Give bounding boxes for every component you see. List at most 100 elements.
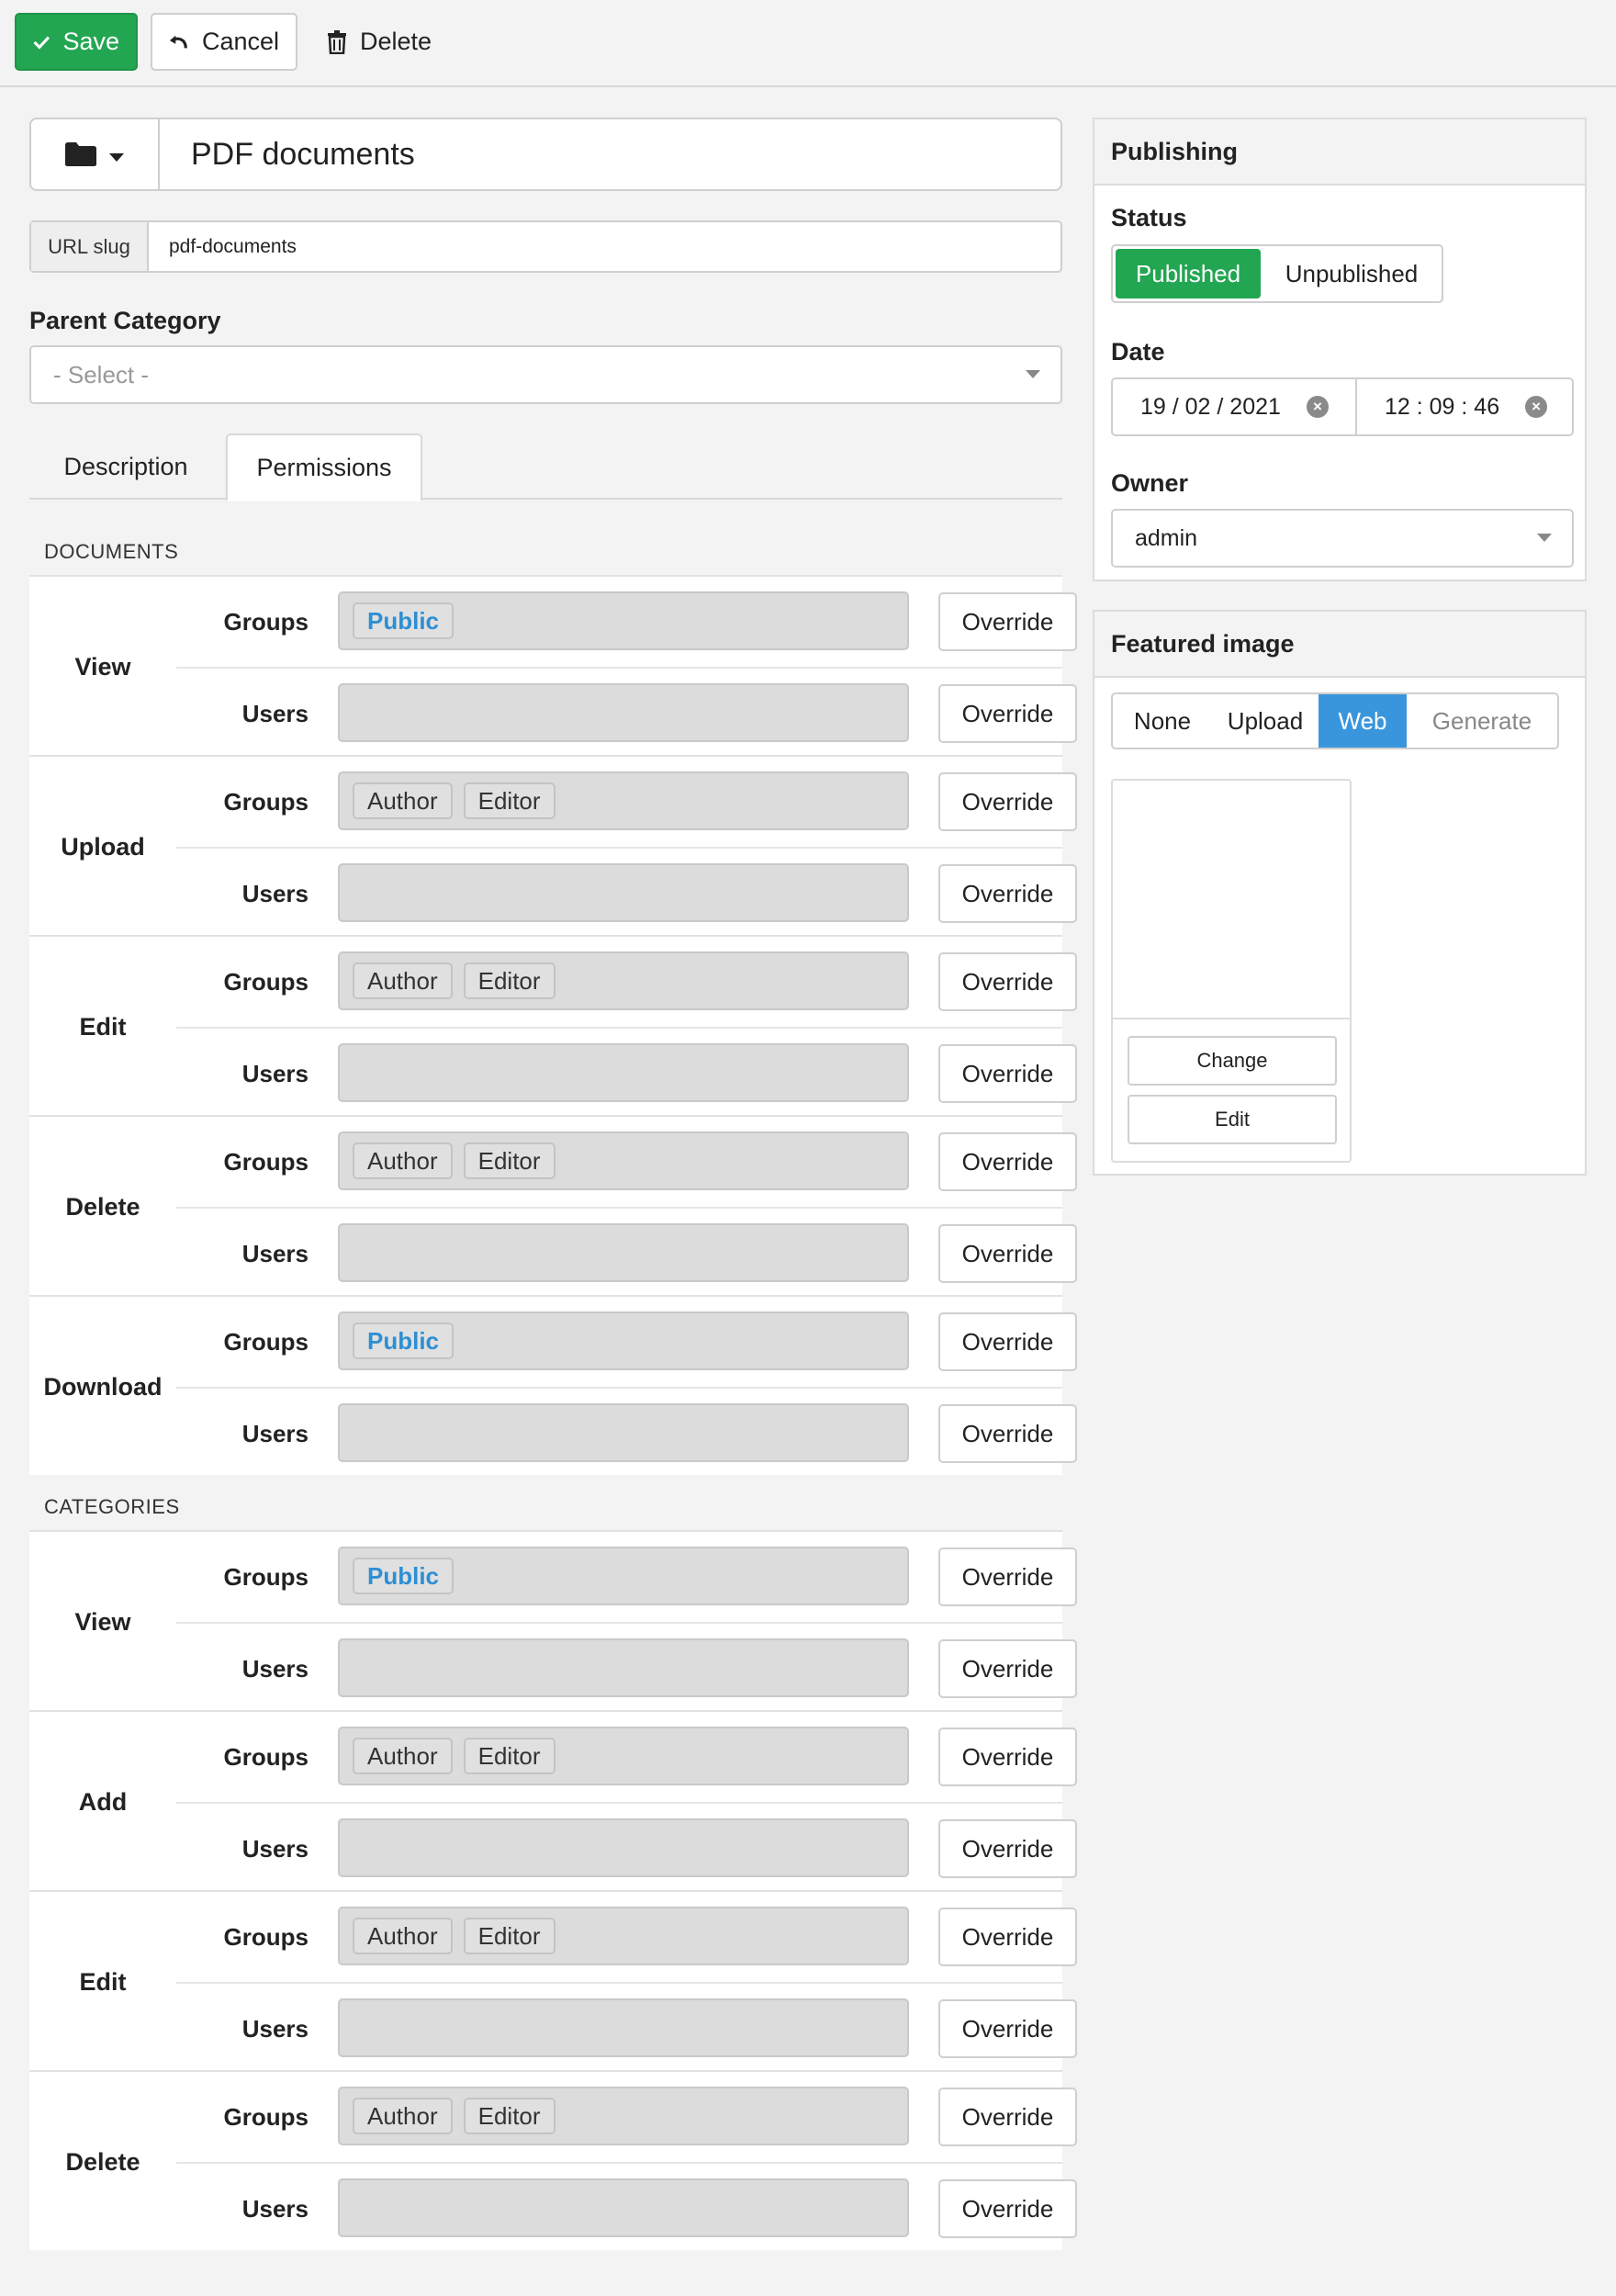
slug-input-group: URL slug pdf-documents bbox=[29, 220, 1062, 273]
group-tag[interactable]: Public bbox=[353, 602, 454, 639]
group-tag[interactable]: Author bbox=[353, 782, 453, 819]
group-tag[interactable]: Editor bbox=[463, 1918, 556, 1954]
tab-description[interactable]: Description bbox=[29, 433, 222, 500]
slug-input[interactable]: pdf-documents bbox=[149, 222, 1060, 271]
save-button[interactable]: Save bbox=[15, 13, 138, 71]
users-label: Users bbox=[241, 699, 309, 727]
status-published-option[interactable]: Published bbox=[1116, 249, 1261, 298]
group-tag[interactable]: Author bbox=[353, 1738, 453, 1774]
cancel-button[interactable]: Cancel bbox=[151, 13, 297, 71]
override-groups-button[interactable]: Override bbox=[938, 2088, 1077, 2146]
source-upload-option[interactable]: Upload bbox=[1212, 694, 1319, 748]
image-preview-divider bbox=[1113, 1018, 1350, 1019]
action-name: Edit bbox=[79, 1012, 127, 1041]
override-users-button[interactable]: Override bbox=[938, 1404, 1077, 1463]
status-unpublished-option[interactable]: Unpublished bbox=[1263, 246, 1440, 301]
groups-field[interactable]: Author Editor bbox=[338, 1727, 909, 1785]
groups-field[interactable]: Public bbox=[338, 1547, 909, 1605]
users-field[interactable] bbox=[338, 1403, 909, 1462]
override-groups-button[interactable]: Override bbox=[938, 1312, 1077, 1371]
source-web-option[interactable]: Web bbox=[1319, 694, 1407, 748]
users-field[interactable] bbox=[338, 1223, 909, 1282]
category-icon-dropdown[interactable] bbox=[31, 119, 160, 189]
chevron-down-icon bbox=[1537, 534, 1552, 542]
source-none-option[interactable]: None bbox=[1113, 694, 1212, 748]
date-value: 19 / 02 / 2021 bbox=[1140, 393, 1281, 420]
source-generate-option[interactable]: Generate bbox=[1407, 694, 1557, 748]
owner-select[interactable]: admin bbox=[1111, 509, 1574, 568]
override-groups-button[interactable]: Override bbox=[938, 772, 1077, 831]
users-field[interactable] bbox=[338, 1638, 909, 1697]
edit-image-button[interactable]: Edit bbox=[1128, 1095, 1337, 1144]
chevron-down-icon bbox=[1026, 370, 1040, 378]
group-tag[interactable]: Author bbox=[353, 1918, 453, 1954]
override-users-button[interactable]: Override bbox=[938, 1639, 1077, 1698]
users-field[interactable] bbox=[338, 1998, 909, 2057]
override-groups-button[interactable]: Override bbox=[938, 1548, 1077, 1606]
group-tag[interactable]: Author bbox=[353, 2098, 453, 2134]
override-users-button[interactable]: Override bbox=[938, 1819, 1077, 1878]
group-tag[interactable]: Editor bbox=[463, 1142, 556, 1179]
title-input-group: PDF documents bbox=[29, 118, 1062, 191]
groups-field[interactable]: Author Editor bbox=[338, 1131, 909, 1190]
override-groups-button[interactable]: Override bbox=[938, 1728, 1077, 1786]
action-name: Edit bbox=[79, 1967, 127, 1996]
date-input[interactable]: 19 / 02 / 2021 × bbox=[1111, 377, 1357, 436]
group-tag[interactable]: Author bbox=[353, 962, 453, 999]
groups-field[interactable]: Author Editor bbox=[338, 771, 909, 830]
slug-label: URL slug bbox=[31, 222, 149, 271]
users-field[interactable] bbox=[338, 863, 909, 922]
clear-time-icon[interactable]: × bbox=[1525, 396, 1548, 418]
users-row: Users Override bbox=[176, 1982, 1077, 2072]
documents-action-0: View Groups Public Override Users Overri… bbox=[29, 575, 1077, 757]
change-image-button[interactable]: Change bbox=[1128, 1036, 1337, 1086]
override-users-button[interactable]: Override bbox=[938, 2179, 1077, 2238]
override-groups-button[interactable]: Override bbox=[938, 592, 1077, 651]
override-groups-button[interactable]: Override bbox=[938, 1908, 1077, 1966]
groups-field[interactable]: Public bbox=[338, 591, 909, 650]
users-field[interactable] bbox=[338, 1043, 909, 1102]
date-label: Date bbox=[1111, 338, 1165, 366]
time-input[interactable]: 12 : 09 : 46 × bbox=[1355, 377, 1574, 436]
undo-icon bbox=[169, 35, 187, 49]
override-groups-button[interactable]: Override bbox=[938, 1132, 1077, 1191]
groups-label: Groups bbox=[223, 1742, 309, 1771]
override-users-button[interactable]: Override bbox=[938, 1224, 1077, 1283]
users-label: Users bbox=[241, 879, 309, 907]
clear-date-icon[interactable]: × bbox=[1306, 396, 1329, 418]
users-field[interactable] bbox=[338, 683, 909, 742]
tab-permissions[interactable]: Permissions bbox=[226, 433, 422, 501]
documents-action-1: Upload Groups Author Editor Override User… bbox=[29, 755, 1077, 935]
groups-field[interactable]: Author Editor bbox=[338, 1907, 909, 1965]
override-users-button[interactable]: Override bbox=[938, 864, 1077, 923]
check-icon bbox=[33, 36, 50, 50]
time-value: 12 : 09 : 46 bbox=[1385, 393, 1500, 420]
groups-field[interactable]: Public bbox=[338, 1311, 909, 1370]
save-label: Save bbox=[62, 28, 119, 55]
delete-label: Delete bbox=[360, 28, 432, 55]
users-field[interactable] bbox=[338, 2178, 909, 2237]
users-field[interactable] bbox=[338, 1818, 909, 1877]
groups-label: Groups bbox=[223, 1327, 309, 1356]
groups-field[interactable]: Author Editor bbox=[338, 2087, 909, 2145]
delete-button[interactable]: Delete bbox=[310, 13, 457, 71]
title-input[interactable]: PDF documents bbox=[160, 119, 1060, 189]
group-tag[interactable]: Public bbox=[353, 1558, 454, 1594]
group-tag[interactable]: Public bbox=[353, 1322, 454, 1359]
groups-field[interactable]: Author Editor bbox=[338, 951, 909, 1010]
users-row: Users Override bbox=[176, 667, 1077, 757]
chevron-down-icon bbox=[109, 152, 124, 162]
group-tag[interactable]: Editor bbox=[463, 2098, 556, 2134]
group-tag[interactable]: Editor bbox=[463, 962, 556, 999]
group-tag[interactable]: Editor bbox=[463, 782, 556, 819]
categories-action-1: Add Groups Author Editor Override Users O… bbox=[29, 1710, 1077, 1890]
override-groups-button[interactable]: Override bbox=[938, 952, 1077, 1011]
override-users-button[interactable]: Override bbox=[938, 1044, 1077, 1103]
override-users-button[interactable]: Override bbox=[938, 1999, 1077, 2058]
parent-category-select[interactable]: - Select - bbox=[29, 345, 1062, 404]
groups-label: Groups bbox=[223, 1922, 309, 1951]
publishing-heading: Publishing bbox=[1094, 119, 1585, 186]
override-users-button[interactable]: Override bbox=[938, 684, 1077, 743]
group-tag[interactable]: Author bbox=[353, 1142, 453, 1179]
group-tag[interactable]: Editor bbox=[463, 1738, 556, 1774]
